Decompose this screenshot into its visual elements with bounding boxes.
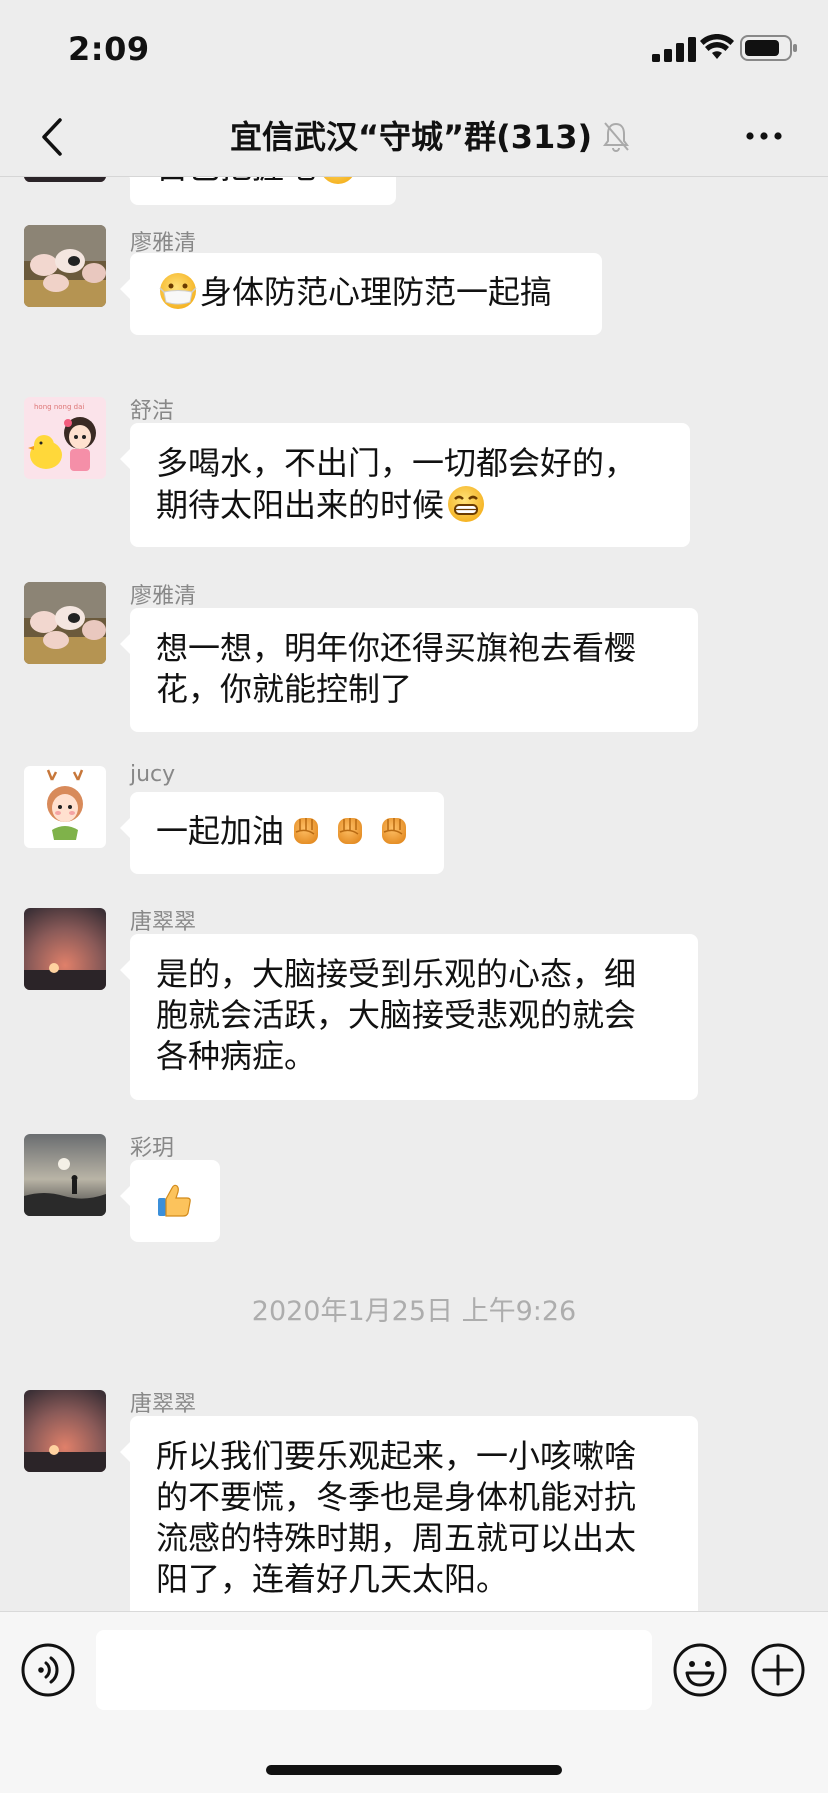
raised-fist-emoji-icon xyxy=(382,818,407,844)
wifi-icon xyxy=(700,34,734,59)
sender-name: 唐翠翠 xyxy=(130,910,197,935)
emoji-icon[interactable] xyxy=(672,1642,728,1698)
crying-laughing-emoji-icon xyxy=(323,177,353,184)
sender-name: jucy xyxy=(130,762,176,787)
sender-avatar-pigs[interactable] xyxy=(24,582,106,664)
mask-face-emoji-icon xyxy=(159,273,197,309)
chat-title: 宜信武汉“守城”群(313) xyxy=(230,118,593,156)
message-bubble[interactable]: 一起加油 xyxy=(120,792,444,874)
battery-icon xyxy=(740,35,797,61)
mute-bell-icon xyxy=(603,122,629,152)
message-bubble[interactable]: 所以我们要乐观起来，一小咳嗽啥 的不要慌，冬季也是身体机能对抗 流感的特殊时期，… xyxy=(120,1416,698,1611)
status-bar: 2:09 xyxy=(0,0,828,98)
raised-fist-emoji-icon xyxy=(338,818,363,844)
message-bubble[interactable]: 身体防范心理防范一起搞 xyxy=(120,253,602,335)
chat-input-bar xyxy=(0,1611,828,1793)
sender-avatar-deer-girl[interactable] xyxy=(24,766,106,848)
signal-icon xyxy=(652,37,696,62)
sender-avatar-sunset[interactable] xyxy=(24,1390,106,1472)
sender-avatar-cartoon-girl[interactable]: hong nong dai xyxy=(24,397,106,479)
message-bubble[interactable]: 想一想，明年你还得买旗袍去看樱 花，你就能控制了 xyxy=(120,608,698,732)
message-bubble[interactable]: 自己把握吧 xyxy=(120,177,396,205)
svg-text:hong nong dai: hong nong dai xyxy=(34,403,84,411)
sender-name: 舒洁 xyxy=(130,399,175,424)
sender-name: 唐翠翠 xyxy=(130,1392,197,1417)
message-input[interactable] xyxy=(96,1630,652,1710)
plus-icon[interactable] xyxy=(750,1642,806,1698)
voice-icon[interactable] xyxy=(20,1642,76,1698)
more-dots-icon[interactable] xyxy=(744,118,784,154)
message-bubble[interactable] xyxy=(120,1160,220,1242)
chat-timestamp: 2020年1月25日 上午9:26 xyxy=(251,1296,577,1327)
sender-avatar-sunset[interactable] xyxy=(24,177,106,182)
grinning-face-emoji-icon xyxy=(448,486,485,522)
message-bubble[interactable]: 多喝水，不出门，一切都会好的， 期待太阳出来的时候 xyxy=(120,423,690,547)
home-indicator[interactable] xyxy=(266,1765,562,1775)
sender-avatar-pigs[interactable] xyxy=(24,225,106,307)
message-bubble[interactable]: 是的，大脑接受到乐观的心态，细 胞就会活跃，大脑接受悲观的就会 各种病症。 xyxy=(120,934,698,1100)
thumbs-up-emoji-icon xyxy=(158,1184,191,1217)
sender-avatar-sunset[interactable] xyxy=(24,908,106,990)
sender-name: 廖雅清 xyxy=(130,584,197,609)
chevron-left-icon[interactable] xyxy=(34,114,70,160)
sender-avatar-seaside[interactable] xyxy=(24,1134,106,1216)
status-time: 2:09 xyxy=(68,30,150,68)
sender-name: 彩玥 xyxy=(130,1136,175,1161)
message-list[interactable]: 自己把握吧 廖雅清 xyxy=(0,177,828,1611)
raised-fist-emoji-icon xyxy=(294,818,319,844)
nav-bar: 宜信武汉“守城”群(313) xyxy=(0,98,828,177)
